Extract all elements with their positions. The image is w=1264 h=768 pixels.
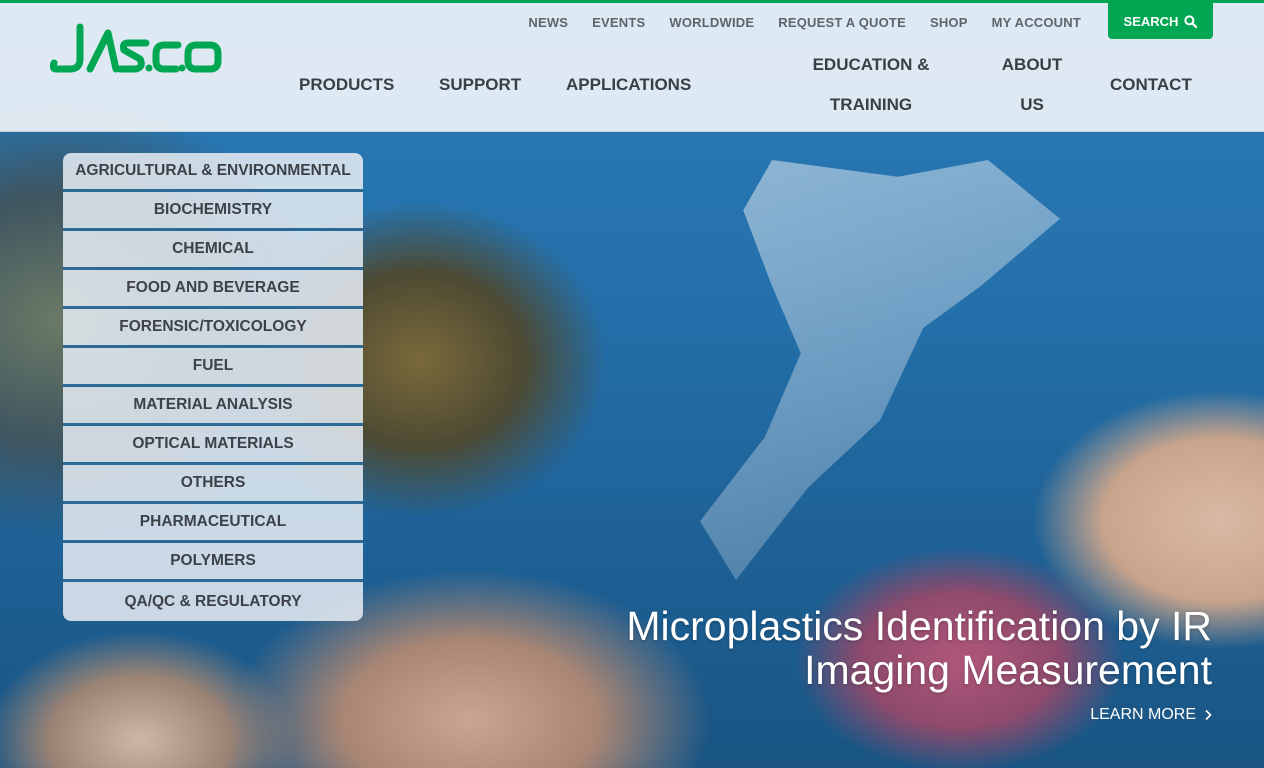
app-item-forensic-toxicology[interactable]: FORENSIC/TOXICOLOGY	[63, 309, 363, 348]
util-link-worldwide[interactable]: WORLDWIDE	[669, 15, 754, 30]
app-item-food-beverage[interactable]: FOOD AND BEVERAGE	[63, 270, 363, 309]
nav-about-line2: US	[1020, 95, 1044, 114]
app-item-polymers[interactable]: POLYMERS	[63, 543, 363, 582]
app-item-agricultural-environmental[interactable]: AGRICULTURAL & ENVIRONMENTAL	[63, 153, 363, 192]
nav-contact[interactable]: CONTACT	[1110, 65, 1192, 105]
app-item-fuel[interactable]: FUEL	[63, 348, 363, 387]
hero-title-line1: Microplastics Identification by IR	[626, 603, 1212, 649]
util-link-news[interactable]: NEWS	[528, 15, 568, 30]
nav-about-us[interactable]: ABOUT US	[996, 45, 1068, 125]
applications-menu: AGRICULTURAL & ENVIRONMENTAL BIOCHEMISTR…	[63, 153, 363, 621]
util-link-request-quote[interactable]: REQUEST A QUOTE	[778, 15, 906, 30]
util-link-my-account[interactable]: MY ACCOUNT	[992, 15, 1081, 30]
search-button-label: SEARCH	[1123, 13, 1179, 29]
jasco-logo[interactable]	[50, 23, 222, 75]
app-item-others[interactable]: OTHERS	[63, 465, 363, 504]
nav-education-line2: TRAINING	[829, 95, 913, 114]
app-item-pharmaceutical[interactable]: PHARMACEUTICAL	[63, 504, 363, 543]
learn-more-link[interactable]: LEARN MORE	[1090, 706, 1212, 724]
app-item-chemical[interactable]: CHEMICAL	[63, 231, 363, 270]
hero-title-line2: Imaging Measurement	[804, 647, 1212, 693]
app-item-qa-qc-regulatory[interactable]: QA/QC & REGULATORY	[63, 582, 363, 621]
nav-education-line1: EDUCATION &	[812, 55, 930, 74]
learn-more-label: LEARN MORE	[1090, 706, 1196, 723]
nav-support[interactable]: SUPPORT	[439, 65, 521, 105]
utility-nav: NEWS EVENTS WORLDWIDE REQUEST A QUOTE SH…	[528, 15, 1081, 30]
util-link-events[interactable]: EVENTS	[592, 15, 645, 30]
app-item-material-analysis[interactable]: MATERIAL ANALYSIS	[63, 387, 363, 426]
nav-about-line1: ABOUT	[1001, 55, 1063, 74]
nav-products[interactable]: PRODUCTS	[299, 65, 394, 105]
nav-education-training[interactable]: EDUCATION & TRAINING	[790, 45, 952, 125]
nav-applications[interactable]: APPLICATIONS	[566, 65, 691, 105]
hero-title: Microplastics Identification by IR Imagi…	[572, 604, 1212, 692]
chevron-right-icon	[1205, 709, 1212, 721]
app-item-optical-materials[interactable]: OPTICAL MATERIALS	[63, 426, 363, 465]
hero-image-plastic	[700, 160, 1060, 580]
util-link-shop[interactable]: SHOP	[930, 15, 968, 30]
app-item-biochemistry[interactable]: BIOCHEMISTRY	[63, 192, 363, 231]
search-icon	[1184, 14, 1198, 28]
site-header: NEWS EVENTS WORLDWIDE REQUEST A QUOTE SH…	[0, 3, 1264, 132]
search-button[interactable]: SEARCH	[1108, 3, 1213, 39]
